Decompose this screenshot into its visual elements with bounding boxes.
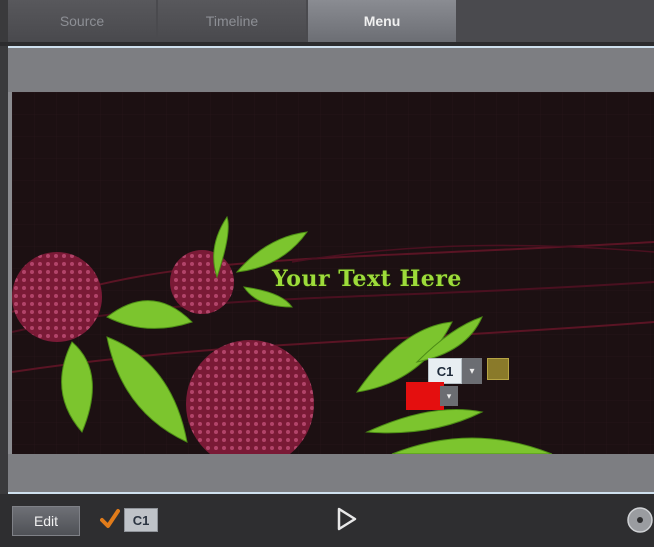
check-icon[interactable] — [100, 508, 120, 530]
menu-text-label[interactable]: Your Text Here — [272, 266, 462, 292]
disc-icon[interactable] — [626, 506, 654, 534]
letterbox-top — [8, 48, 654, 92]
chapter-button[interactable]: C1 — [428, 358, 462, 384]
flower-left — [12, 252, 102, 342]
chapter-toggle-button[interactable]: C1 — [124, 508, 158, 532]
tab-timeline[interactable]: Timeline — [158, 0, 306, 42]
chapter-marker[interactable] — [406, 382, 444, 410]
tab-menu[interactable]: Menu — [308, 0, 456, 42]
edit-button[interactable]: Edit — [12, 506, 80, 536]
letterbox-bottom — [8, 454, 654, 492]
chapter-move-handle[interactable] — [487, 358, 509, 380]
play-icon[interactable] — [336, 506, 358, 532]
tab-source[interactable]: Source — [8, 0, 156, 42]
marker-dropdown[interactable]: ▾ — [440, 386, 458, 406]
flower-small — [170, 250, 234, 314]
bottom-toolbar: Edit C1 — [0, 494, 654, 547]
tab-bar: Source Timeline Menu — [8, 0, 654, 42]
chapter-dropdown[interactable]: ▾ — [462, 358, 482, 384]
